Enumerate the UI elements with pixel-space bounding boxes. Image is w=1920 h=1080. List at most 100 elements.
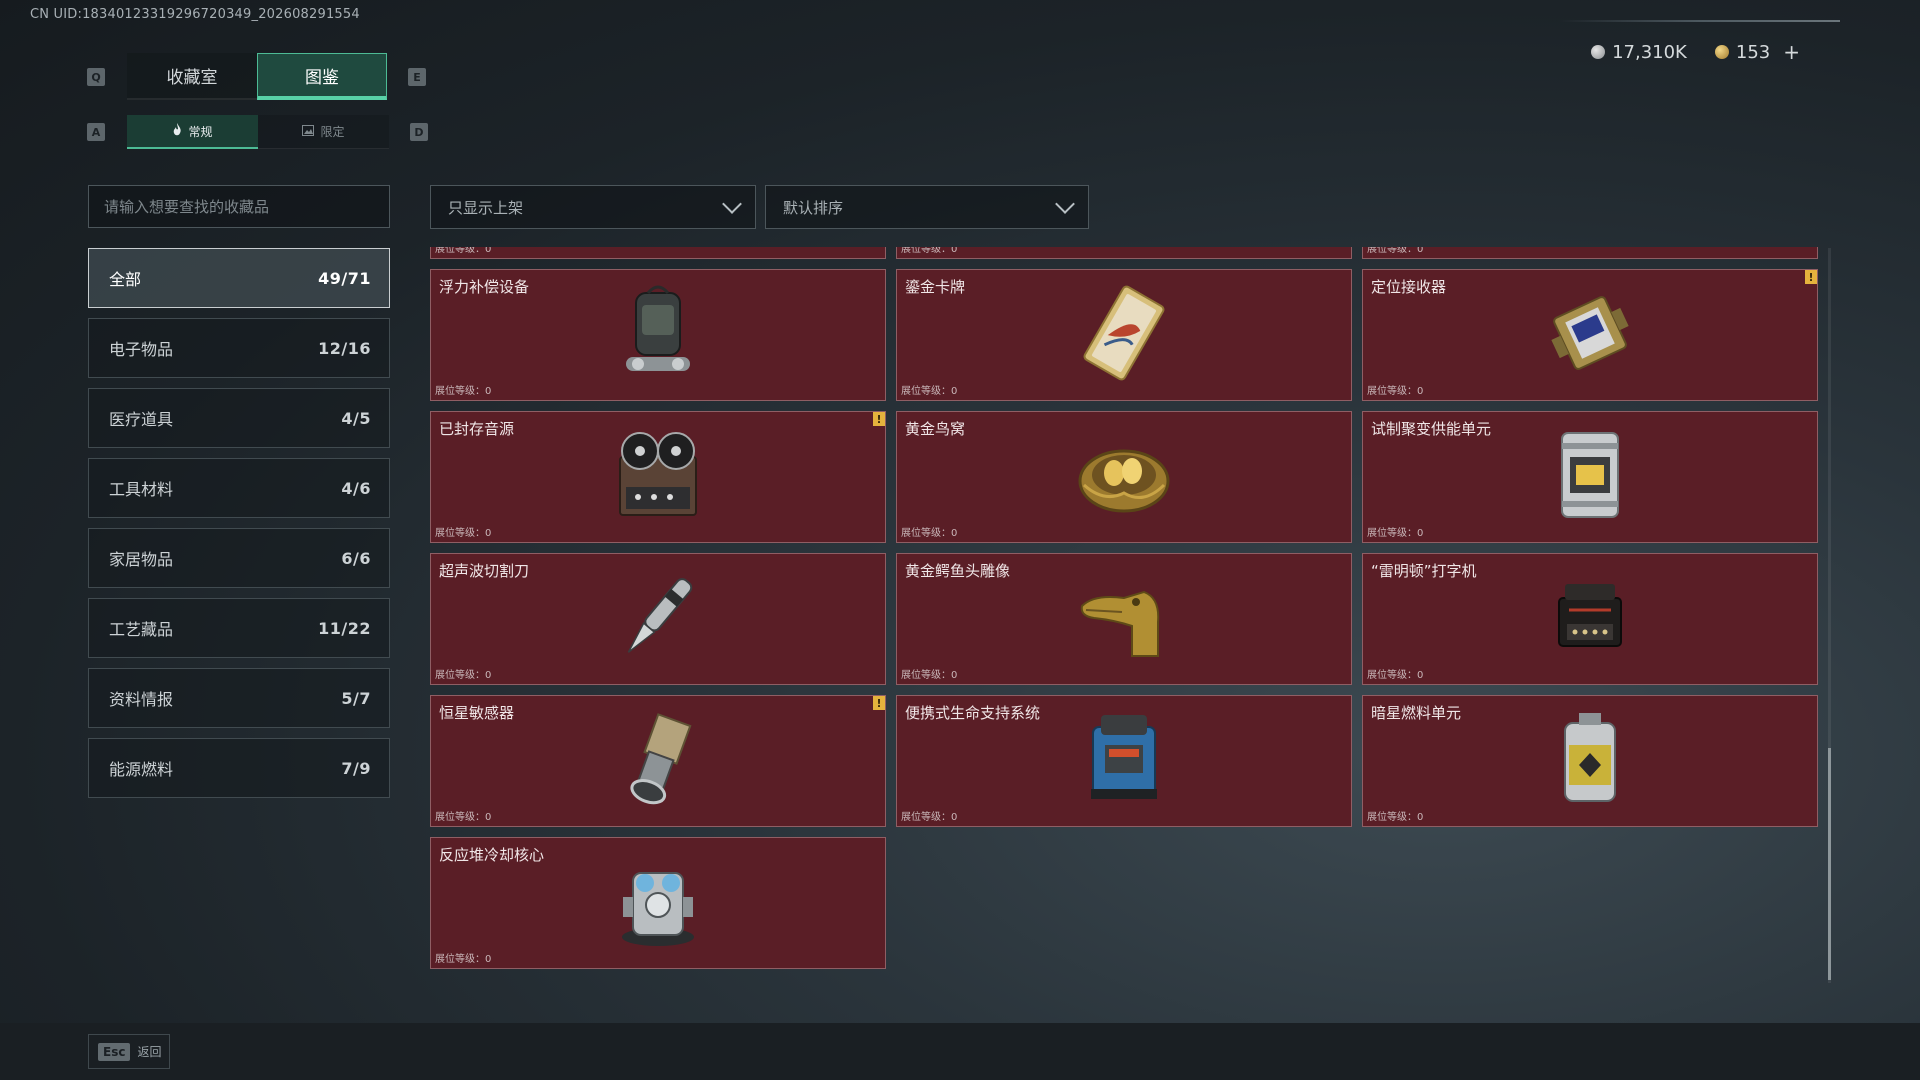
sub-tab-regular[interactable]: 常规 [127,115,258,149]
category-count: 11/22 [318,618,371,638]
item-card[interactable]: 展位等级：0 [430,247,886,259]
key-hint-right: E [408,68,426,86]
warning-icon: ! [1805,270,1817,284]
item-card[interactable]: 浮力补偿设备 展位等级：0 [430,269,886,401]
category-all[interactable]: 全部 49/71 [88,248,390,308]
category-label: 全部 [109,270,142,289]
booth-level-label: 展位等级：0 [435,954,492,965]
back-button[interactable]: Esc 返回 [88,1034,170,1069]
sub-tab-regular-label: 常规 [188,124,213,139]
currency-gold-value: 153 [1735,41,1771,63]
item-card[interactable]: 展位等级：0 [896,247,1352,259]
category-count: 5/7 [341,688,371,708]
category-count: 4/5 [341,408,371,428]
item-card[interactable]: 定位接收器 ! 展位等级：0 [1362,269,1818,401]
item-card[interactable]: 反应堆冷却核心 展位等级：0 [430,837,886,969]
chevron-down-icon [722,194,742,214]
uid-label: CN UID:18340123319296720349_202608291554 [30,7,360,22]
silver-coin-icon [1591,45,1606,59]
sort-dropdown[interactable]: 默认排序 [765,185,1089,229]
booth-level-label: 展位等级：0 [435,528,492,539]
item-name: 黄金鸟窝 [905,420,966,438]
item-card[interactable]: 鎏金卡牌 展位等级：0 [896,269,1352,401]
tab-catalog[interactable]: 图鉴 [257,53,387,100]
category-count: 4/6 [341,478,371,498]
gold-coin-icon [1714,45,1729,59]
scrollbar-thumb[interactable] [1828,748,1831,980]
sub-tab-limited-label: 限定 [320,125,345,139]
category-tools[interactable]: 工具材料 4/6 [88,458,390,518]
booth-level-label: 展位等级：0 [901,670,958,681]
item-name: 恒星敏感器 [439,704,515,722]
category-electronics[interactable]: 电子物品 12/16 [88,318,390,378]
category-label: 家居物品 [109,550,174,569]
sub-tab-bar: 常规 限定 [127,115,389,149]
footer-bar [0,1023,1920,1080]
item-card[interactable]: 展位等级：0 [1362,247,1818,259]
image-icon [302,124,315,139]
item-card[interactable]: 超声波切割刀 展位等级：0 [430,553,886,685]
item-grid-viewport: 展位等级：0 展位等级：0 展位等级：0 浮力补偿设备 展位等级：0 鎏金卡牌 [430,247,1820,987]
category-label: 资料情报 [109,690,174,709]
key-hint-sub-left: A [87,123,105,141]
warning-icon: ! [873,696,885,710]
booth-level-label: 展位等级：0 [1367,247,1424,255]
shelf-filter-dropdown[interactable]: 只显示上架 [430,185,756,229]
booth-level-label: 展位等级：0 [901,812,958,823]
category-label: 工艺藏品 [109,620,174,639]
category-household[interactable]: 家居物品 6/6 [88,528,390,588]
tab-collection-room[interactable]: 收藏室 [127,53,257,100]
booth-level-label: 展位等级：0 [435,247,492,255]
category-energy[interactable]: 能源燃料 7/9 [88,738,390,798]
esc-key-hint: Esc [98,1042,131,1061]
item-card[interactable]: “雷明顿”打字机 展位等级：0 [1362,553,1818,685]
life-support-icon [1079,709,1169,813]
item-card[interactable]: 便携式生命支持系统 展位等级：0 [896,695,1352,827]
key-hint-left: Q [87,68,105,86]
item-card[interactable]: 黄金鳄鱼头雕像 展位等级：0 [896,553,1352,685]
category-label: 医疗道具 [109,410,174,429]
item-card[interactable]: 已封存音源 ! 展位等级：0 [430,411,886,543]
booth-level-label: 展位等级：0 [901,528,958,539]
category-count: 49/71 [318,268,371,288]
item-name: 便携式生命支持系统 [905,704,1041,722]
booth-level-label: 展位等级：0 [435,812,492,823]
category-medical[interactable]: 医疗道具 4/5 [88,388,390,448]
item-name: 鎏金卡牌 [905,278,966,296]
category-intel[interactable]: 资料情报 5/7 [88,668,390,728]
currency-gold: 153 + [1714,40,1800,64]
sort-value: 默认排序 [783,198,844,217]
chevron-down-icon [1055,194,1075,214]
item-card[interactable]: 恒星敏感器 ! 展位等级：0 [430,695,886,827]
booth-level-label: 展位等级：0 [435,386,492,397]
currency-silver: 17,310K [1591,40,1687,64]
item-card[interactable]: 试制聚变供能单元 展位等级：0 [1362,411,1818,543]
golden-nest-icon [1074,433,1174,521]
item-card[interactable]: 黄金鸟窝 展位等级：0 [896,411,1352,543]
locator-receiver-icon [1540,283,1640,387]
star-sensor-icon [613,709,703,813]
item-name: 黄金鳄鱼头雕像 [905,562,1011,580]
category-crafts[interactable]: 工艺藏品 11/22 [88,598,390,658]
item-name: 定位接收器 [1371,278,1447,296]
search-input[interactable]: 请输入想要查找的收藏品 [88,185,390,228]
ultrasonic-cutter-icon [613,567,703,671]
item-card[interactable]: 暗星燃料单元 展位等级：0 [1362,695,1818,827]
add-currency-button[interactable]: + [1783,40,1800,64]
booth-level-label: 展位等级：0 [901,386,958,397]
typewriter-icon [1547,574,1633,664]
gold-card-icon [1079,283,1169,387]
reactor-core-icon [613,853,703,953]
category-count: 7/9 [341,758,371,778]
decorative-line [1560,20,1840,22]
booth-level-label: 展位等级：0 [1367,386,1424,397]
currency-bar: 17,310K 153 + [1591,40,1800,64]
booth-level-label: 展位等级：0 [901,247,958,255]
currency-silver-value: 17,310K [1612,41,1687,63]
category-count: 12/16 [318,338,371,358]
item-name: 已封存音源 [439,420,515,438]
category-list: 全部 49/71 电子物品 12/16 医疗道具 4/5 工具材料 4/6 家居物品 6/… [88,248,390,808]
top-tab-bar: 收藏室 图鉴 [127,53,387,100]
key-hint-sub-right: D [410,123,428,141]
sub-tab-limited[interactable]: 限定 [258,115,389,149]
